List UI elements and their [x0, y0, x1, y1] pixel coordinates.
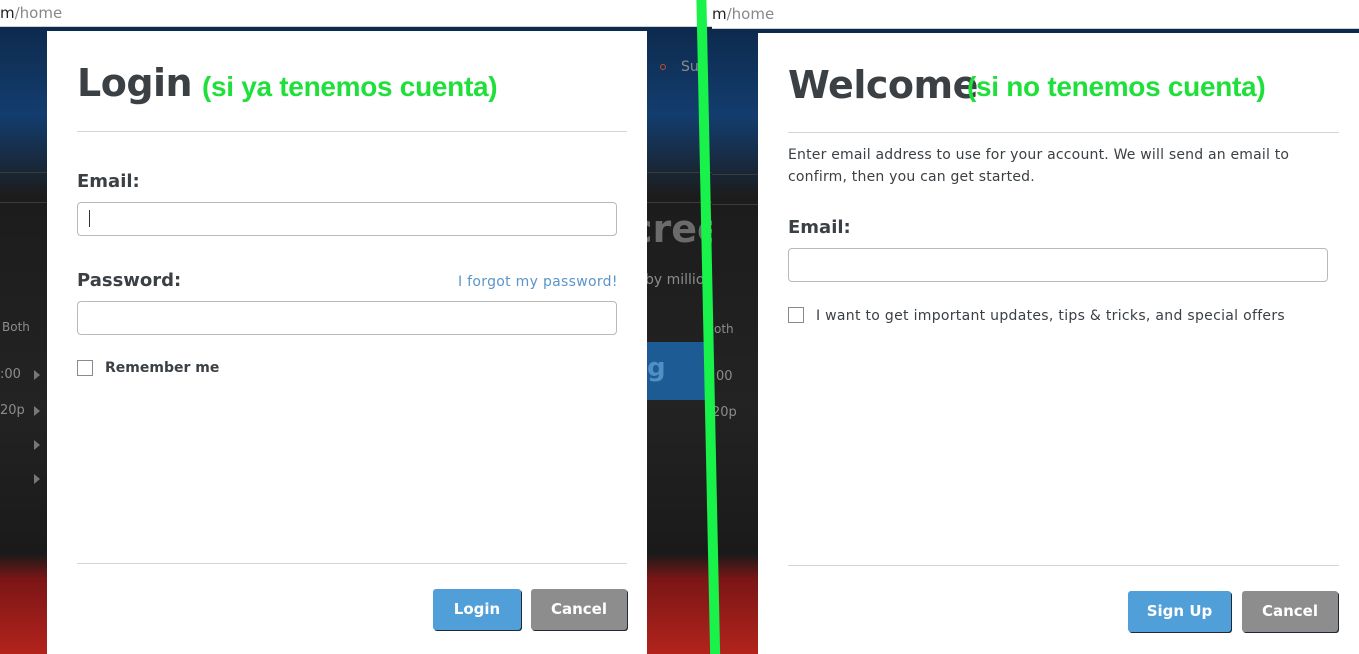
bg-sub-text: by millio [645, 272, 705, 288]
signup-annotation: (si no tenemos cuenta) [967, 71, 1266, 102]
forgot-password-link[interactable]: I forgot my password! [458, 274, 618, 290]
header-divider [77, 131, 627, 132]
address-bar[interactable]: m/home [0, 0, 712, 27]
url-path: /home [726, 5, 775, 23]
signup-dialog: Welcome (si no tenemos cuenta) Enter ema… [758, 33, 1359, 654]
updates-checkbox[interactable] [788, 307, 804, 323]
updates-label: I want to get important updates, tips & … [816, 308, 1285, 324]
password-label: Password: [77, 270, 182, 291]
bg-cta-text: g [647, 353, 666, 383]
remember-me-label: Remember me [105, 360, 220, 376]
footer-divider [77, 563, 627, 564]
bg-label-both: Both [2, 320, 30, 334]
signup-description: Enter email address to use for your acco… [788, 147, 1290, 185]
address-bar[interactable]: m/home [712, 0, 1359, 29]
email-field[interactable] [788, 248, 1328, 282]
header-divider [788, 132, 1339, 133]
signup-button[interactable]: Sign Up [1128, 591, 1231, 632]
login-dialog: Login (si ya tenemos cuenta) Email: Pass… [47, 31, 647, 654]
url-host-tail: m [0, 4, 15, 22]
email-label: Email: [788, 217, 851, 238]
cancel-button[interactable]: Cancel [1242, 591, 1338, 632]
right-screenshot: m/home oth 00 20p Welcome (si no tenemos… [712, 0, 1359, 654]
bg-label-both: oth [714, 322, 734, 336]
nav-bullet-icon [660, 64, 666, 70]
email-label: Email: [77, 171, 140, 192]
url-host-tail: m [712, 5, 727, 23]
text-caret [89, 210, 90, 227]
email-field[interactable] [77, 202, 617, 236]
email-field-wrap [77, 202, 617, 236]
url-path: /home [14, 4, 63, 22]
footer-divider [788, 565, 1339, 566]
password-field[interactable] [77, 301, 617, 335]
remember-me-checkbox[interactable] [77, 360, 93, 376]
bg-label-time: :00 [0, 367, 21, 382]
login-button[interactable]: Login [433, 589, 521, 630]
bg-label-res: 20p [0, 403, 25, 418]
login-title: Login [77, 61, 193, 105]
bg-label-time: 00 [716, 369, 733, 384]
left-screenshot: m/home Sup cree by millio g Both :00 20p… [0, 0, 712, 654]
signup-title: Welcome [788, 63, 978, 107]
bg-label-res: 20p [712, 405, 737, 420]
login-annotation: (si ya tenemos cuenta) [202, 71, 498, 102]
cancel-button[interactable]: Cancel [531, 589, 627, 630]
